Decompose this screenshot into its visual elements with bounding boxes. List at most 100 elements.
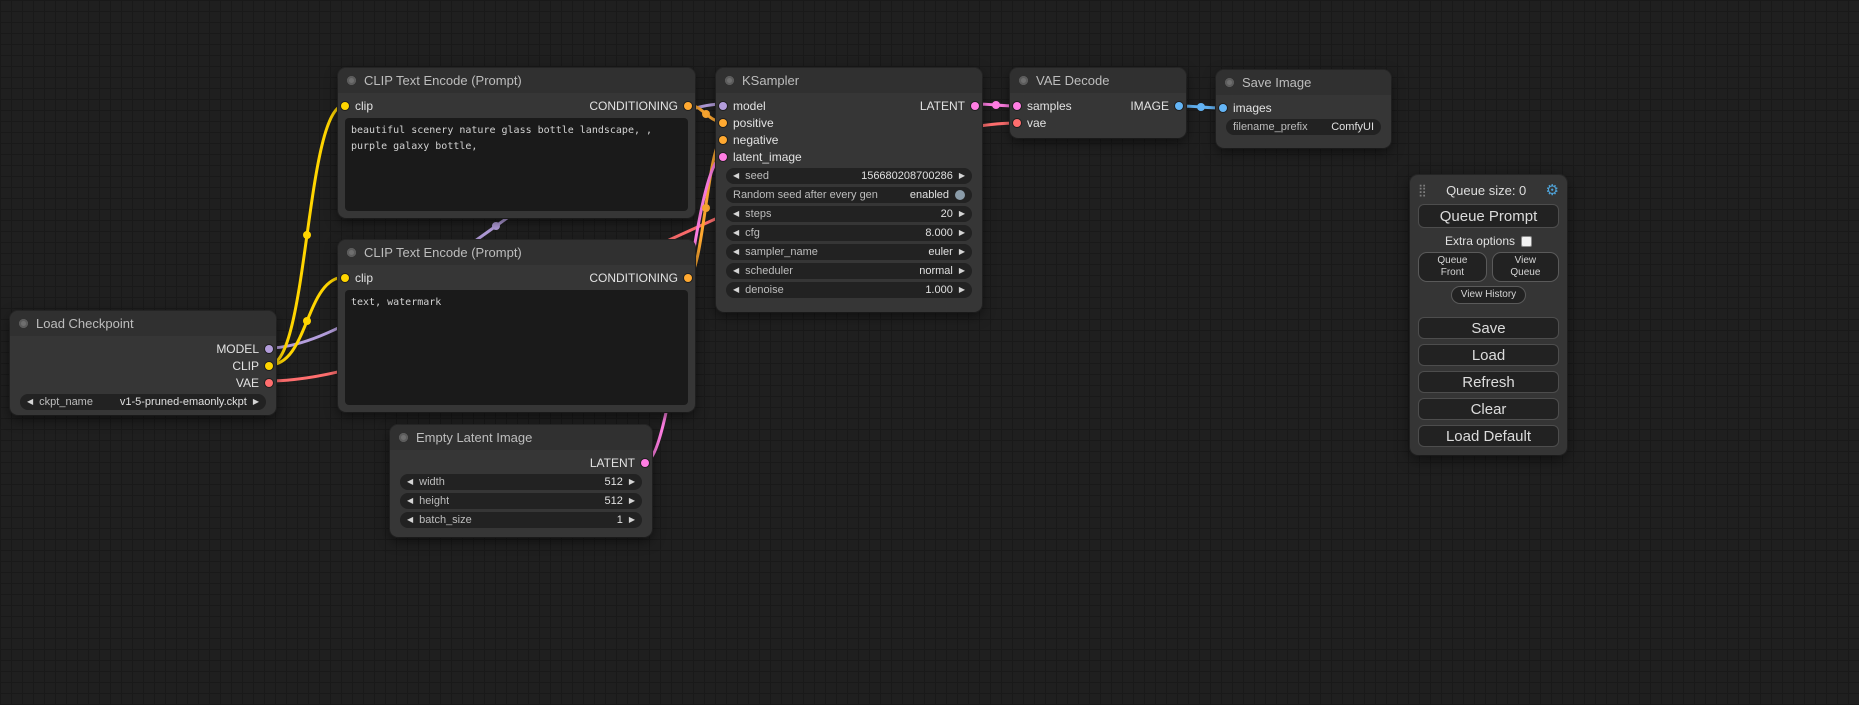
queue-front-button[interactable]: Queue Front <box>1418 252 1487 282</box>
menu-divider <box>1418 304 1559 312</box>
node-title-bar[interactable]: CLIP Text Encode (Prompt) <box>338 68 695 93</box>
widget-value: enabled <box>910 189 949 201</box>
widget-steps[interactable]: ◀ steps 20 ▶ <box>726 206 972 222</box>
port-vae-output[interactable] <box>265 379 273 387</box>
view-history-button[interactable]: View History <box>1451 286 1526 304</box>
save-button[interactable]: Save <box>1418 317 1559 339</box>
prompt-textarea[interactable]: text, watermark <box>345 290 688 405</box>
collapse-dot-icon[interactable] <box>725 76 734 85</box>
arrow-right-icon[interactable]: ▶ <box>629 478 635 486</box>
widget-sampler-name[interactable]: ◀ sampler_name euler ▶ <box>726 244 972 260</box>
node-title-bar[interactable]: Save Image <box>1216 70 1391 95</box>
arrow-right-icon[interactable]: ▶ <box>629 497 635 505</box>
widget-width[interactable]: ◀ width 512 ▶ <box>400 474 642 490</box>
node-vae-decode[interactable]: VAE Decode samples IMAGE vae <box>1010 68 1186 138</box>
port-samples-input[interactable] <box>1013 102 1021 110</box>
input-label: images <box>1233 101 1272 115</box>
port-clip-output[interactable] <box>265 362 273 370</box>
input-label: model <box>733 99 766 113</box>
view-queue-button[interactable]: View Queue <box>1492 252 1559 282</box>
collapse-dot-icon[interactable] <box>347 248 356 257</box>
widget-seed[interactable]: ◀ seed 156680208700286 ▶ <box>726 168 972 184</box>
arrow-right-icon[interactable]: ▶ <box>253 398 259 406</box>
port-images-input[interactable] <box>1219 104 1227 112</box>
widget-value: 1.000 <box>925 284 953 296</box>
arrow-left-icon[interactable]: ◀ <box>407 516 413 524</box>
arrow-left-icon[interactable]: ◀ <box>733 267 739 275</box>
arrow-left-icon[interactable]: ◀ <box>733 172 739 180</box>
arrow-left-icon[interactable]: ◀ <box>407 497 413 505</box>
node-empty-latent-image[interactable]: Empty Latent Image LATENT ◀ width 512 ▶ … <box>390 425 652 537</box>
toggle-knob[interactable] <box>955 190 965 200</box>
node-save-image[interactable]: Save Image images filename_prefix ComfyU… <box>1216 70 1391 148</box>
port-latent-output[interactable] <box>641 459 649 467</box>
widget-batch-size[interactable]: ◀ batch_size 1 ▶ <box>400 512 642 528</box>
widget-random-seed-toggle[interactable]: Random seed after every gen enabled <box>726 187 972 203</box>
port-latent-output[interactable] <box>971 102 979 110</box>
arrow-left-icon[interactable]: ◀ <box>733 210 739 218</box>
arrow-right-icon[interactable]: ▶ <box>959 210 965 218</box>
arrow-right-icon[interactable]: ▶ <box>959 248 965 256</box>
port-latent-image-input[interactable] <box>719 153 727 161</box>
port-clip-input[interactable] <box>341 274 349 282</box>
node-ksampler[interactable]: KSampler model LATENT positive <box>716 68 982 312</box>
widget-value: normal <box>919 265 953 277</box>
collapse-dot-icon[interactable] <box>1225 78 1234 87</box>
wire-midpoint-dot <box>303 231 311 239</box>
comfy-menu-panel[interactable]: ⣿ Queue size: 0 ⚙ Queue Prompt Extra opt… <box>1410 175 1567 455</box>
port-model-input[interactable] <box>719 102 727 110</box>
load-default-button[interactable]: Load Default <box>1418 425 1559 447</box>
widget-denoise[interactable]: ◀ denoise 1.000 ▶ <box>726 282 972 298</box>
node-title-bar[interactable]: Empty Latent Image <box>390 425 652 450</box>
node-title-bar[interactable]: Load Checkpoint <box>10 311 276 336</box>
widget-value: euler <box>928 246 952 258</box>
node-title-bar[interactable]: KSampler <box>716 68 982 93</box>
arrow-right-icon[interactable]: ▶ <box>959 229 965 237</box>
port-image-output[interactable] <box>1175 102 1183 110</box>
arrow-right-icon[interactable]: ▶ <box>959 172 965 180</box>
port-clip-input[interactable] <box>341 102 349 110</box>
refresh-button[interactable]: Refresh <box>1418 371 1559 393</box>
arrow-right-icon[interactable]: ▶ <box>959 286 965 294</box>
widget-ckpt-name[interactable]: ◀ ckpt_name v1-5-pruned-emaonly.ckpt ▶ <box>20 394 266 410</box>
arrow-left-icon[interactable]: ◀ <box>733 286 739 294</box>
node-clip-text-encode-negative[interactable]: CLIP Text Encode (Prompt) clip CONDITION… <box>338 240 695 412</box>
port-conditioning-output[interactable] <box>684 274 692 282</box>
node-title-bar[interactable]: CLIP Text Encode (Prompt) <box>338 240 695 265</box>
extra-options-checkbox[interactable] <box>1521 236 1532 247</box>
arrow-left-icon[interactable]: ◀ <box>407 478 413 486</box>
port-model-output[interactable] <box>265 345 273 353</box>
port-vae-input[interactable] <box>1013 119 1021 127</box>
collapse-dot-icon[interactable] <box>1019 76 1028 85</box>
node-clip-text-encode-positive[interactable]: CLIP Text Encode (Prompt) clip CONDITION… <box>338 68 695 218</box>
port-conditioning-output[interactable] <box>684 102 692 110</box>
widget-cfg[interactable]: ◀ cfg 8.000 ▶ <box>726 225 972 241</box>
node-load-checkpoint[interactable]: Load Checkpoint MODEL CLIP VAE <box>10 311 276 415</box>
settings-gear-icon[interactable]: ⚙ <box>1546 183 1559 198</box>
collapse-dot-icon[interactable] <box>399 433 408 442</box>
input-label: positive <box>733 116 774 130</box>
node-graph-canvas[interactable]: Load Checkpoint MODEL CLIP VAE <box>0 0 1859 705</box>
clear-button[interactable]: Clear <box>1418 398 1559 420</box>
port-negative-input[interactable] <box>719 136 727 144</box>
widget-height[interactable]: ◀ height 512 ▶ <box>400 493 642 509</box>
output-label: LATENT <box>590 456 635 470</box>
prompt-textarea[interactable]: beautiful scenery nature glass bottle la… <box>345 118 688 211</box>
port-positive-input[interactable] <box>719 119 727 127</box>
collapse-dot-icon[interactable] <box>19 319 28 328</box>
drag-handle-icon[interactable]: ⣿ <box>1418 183 1427 197</box>
arrow-left-icon[interactable]: ◀ <box>27 398 33 406</box>
widget-name: seed <box>745 170 769 182</box>
collapse-dot-icon[interactable] <box>347 76 356 85</box>
arrow-right-icon[interactable]: ▶ <box>959 267 965 275</box>
node-title-bar[interactable]: VAE Decode <box>1010 68 1186 93</box>
port-row: CLIP <box>10 357 276 374</box>
widget-filename-prefix[interactable]: filename_prefix ComfyUI <box>1226 119 1381 135</box>
widget-scheduler[interactable]: ◀ scheduler normal ▶ <box>726 263 972 279</box>
widget-name: ckpt_name <box>39 396 93 408</box>
arrow-right-icon[interactable]: ▶ <box>629 516 635 524</box>
load-button[interactable]: Load <box>1418 344 1559 366</box>
arrow-left-icon[interactable]: ◀ <box>733 229 739 237</box>
queue-prompt-button[interactable]: Queue Prompt <box>1418 204 1559 228</box>
arrow-left-icon[interactable]: ◀ <box>733 248 739 256</box>
